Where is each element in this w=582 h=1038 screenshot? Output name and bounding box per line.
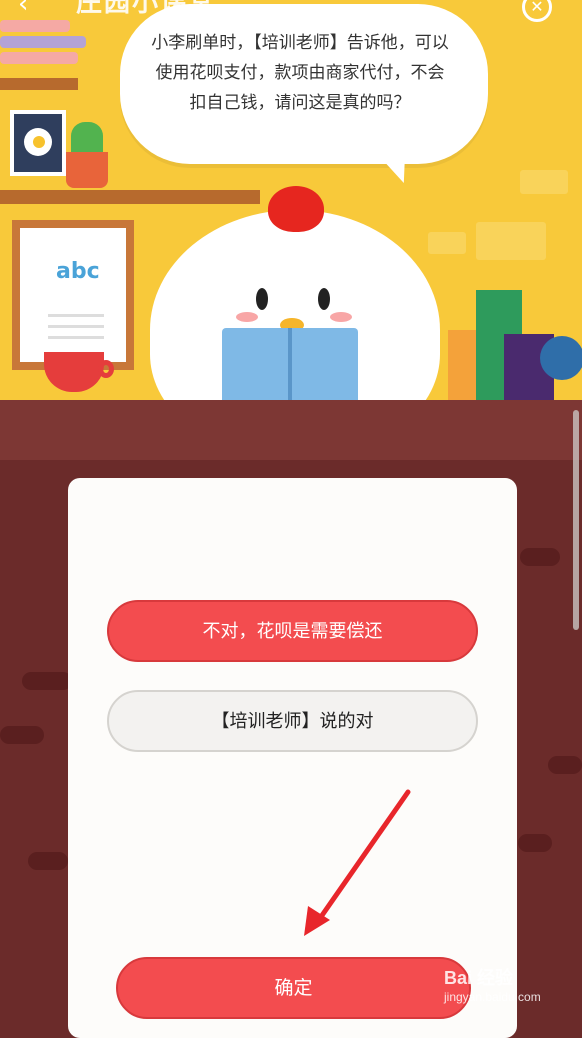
option-a-button[interactable]: 不对，花呗是需要偿还: [107, 600, 478, 662]
chicken-eye-icon: [256, 288, 268, 310]
red-arrow-icon: [304, 789, 411, 936]
cup-handle-icon: [98, 360, 114, 378]
books-stack-icon: [0, 20, 95, 74]
watermark-sub: jingyan.baidu.com: [444, 990, 541, 1004]
chicken-eye-icon: [318, 288, 330, 310]
watermark-main: Bai 经验: [444, 968, 514, 988]
wall-brick: [476, 222, 546, 260]
wall-brick: [428, 232, 466, 254]
question-text: 小李刷单时，【培训老师】告诉他，可以使用花呗支付，款项由商家代付，不会扣自己钱，…: [151, 33, 449, 113]
floor-plank: [518, 834, 552, 852]
chicken-cheek: [236, 312, 258, 322]
back-icon[interactable]: ‹: [18, 0, 38, 17]
floor-plank: [520, 548, 560, 566]
confirm-button[interactable]: 确定: [116, 957, 471, 1019]
floor-plank: [548, 756, 582, 774]
close-icon[interactable]: ✕: [522, 0, 552, 22]
chicken-cheek: [330, 312, 352, 322]
cup-icon: [44, 352, 104, 392]
shelf-top: [0, 78, 78, 90]
flower-pot-icon: [66, 152, 108, 188]
globe-icon: [540, 336, 582, 380]
chicken-comb-icon: [268, 186, 324, 232]
floor-plank: [22, 672, 72, 690]
egg-picture-icon: [10, 110, 66, 176]
abc-text: abc: [56, 259, 100, 284]
floor-band: [0, 400, 582, 460]
scrollbar[interactable]: [573, 410, 579, 630]
cactus-icon: [71, 122, 103, 156]
shelf: [0, 190, 260, 204]
floor-plank: [0, 726, 44, 744]
open-book-icon: [222, 328, 358, 400]
watermark: Bai 经验 jingyan.baidu.com: [444, 964, 582, 1020]
abc-poster: abc: [12, 220, 134, 370]
scene-illustration: ‹ 庄园小课堂 ✕ abc 小李刷单时，【培训老师】告诉他，可以使用花呗支付，款…: [0, 0, 582, 400]
answer-card: [68, 478, 517, 1038]
wall-brick: [520, 170, 568, 194]
floor-plank: [28, 852, 68, 870]
option-b-button[interactable]: 【培训老师】说的对: [107, 690, 478, 752]
